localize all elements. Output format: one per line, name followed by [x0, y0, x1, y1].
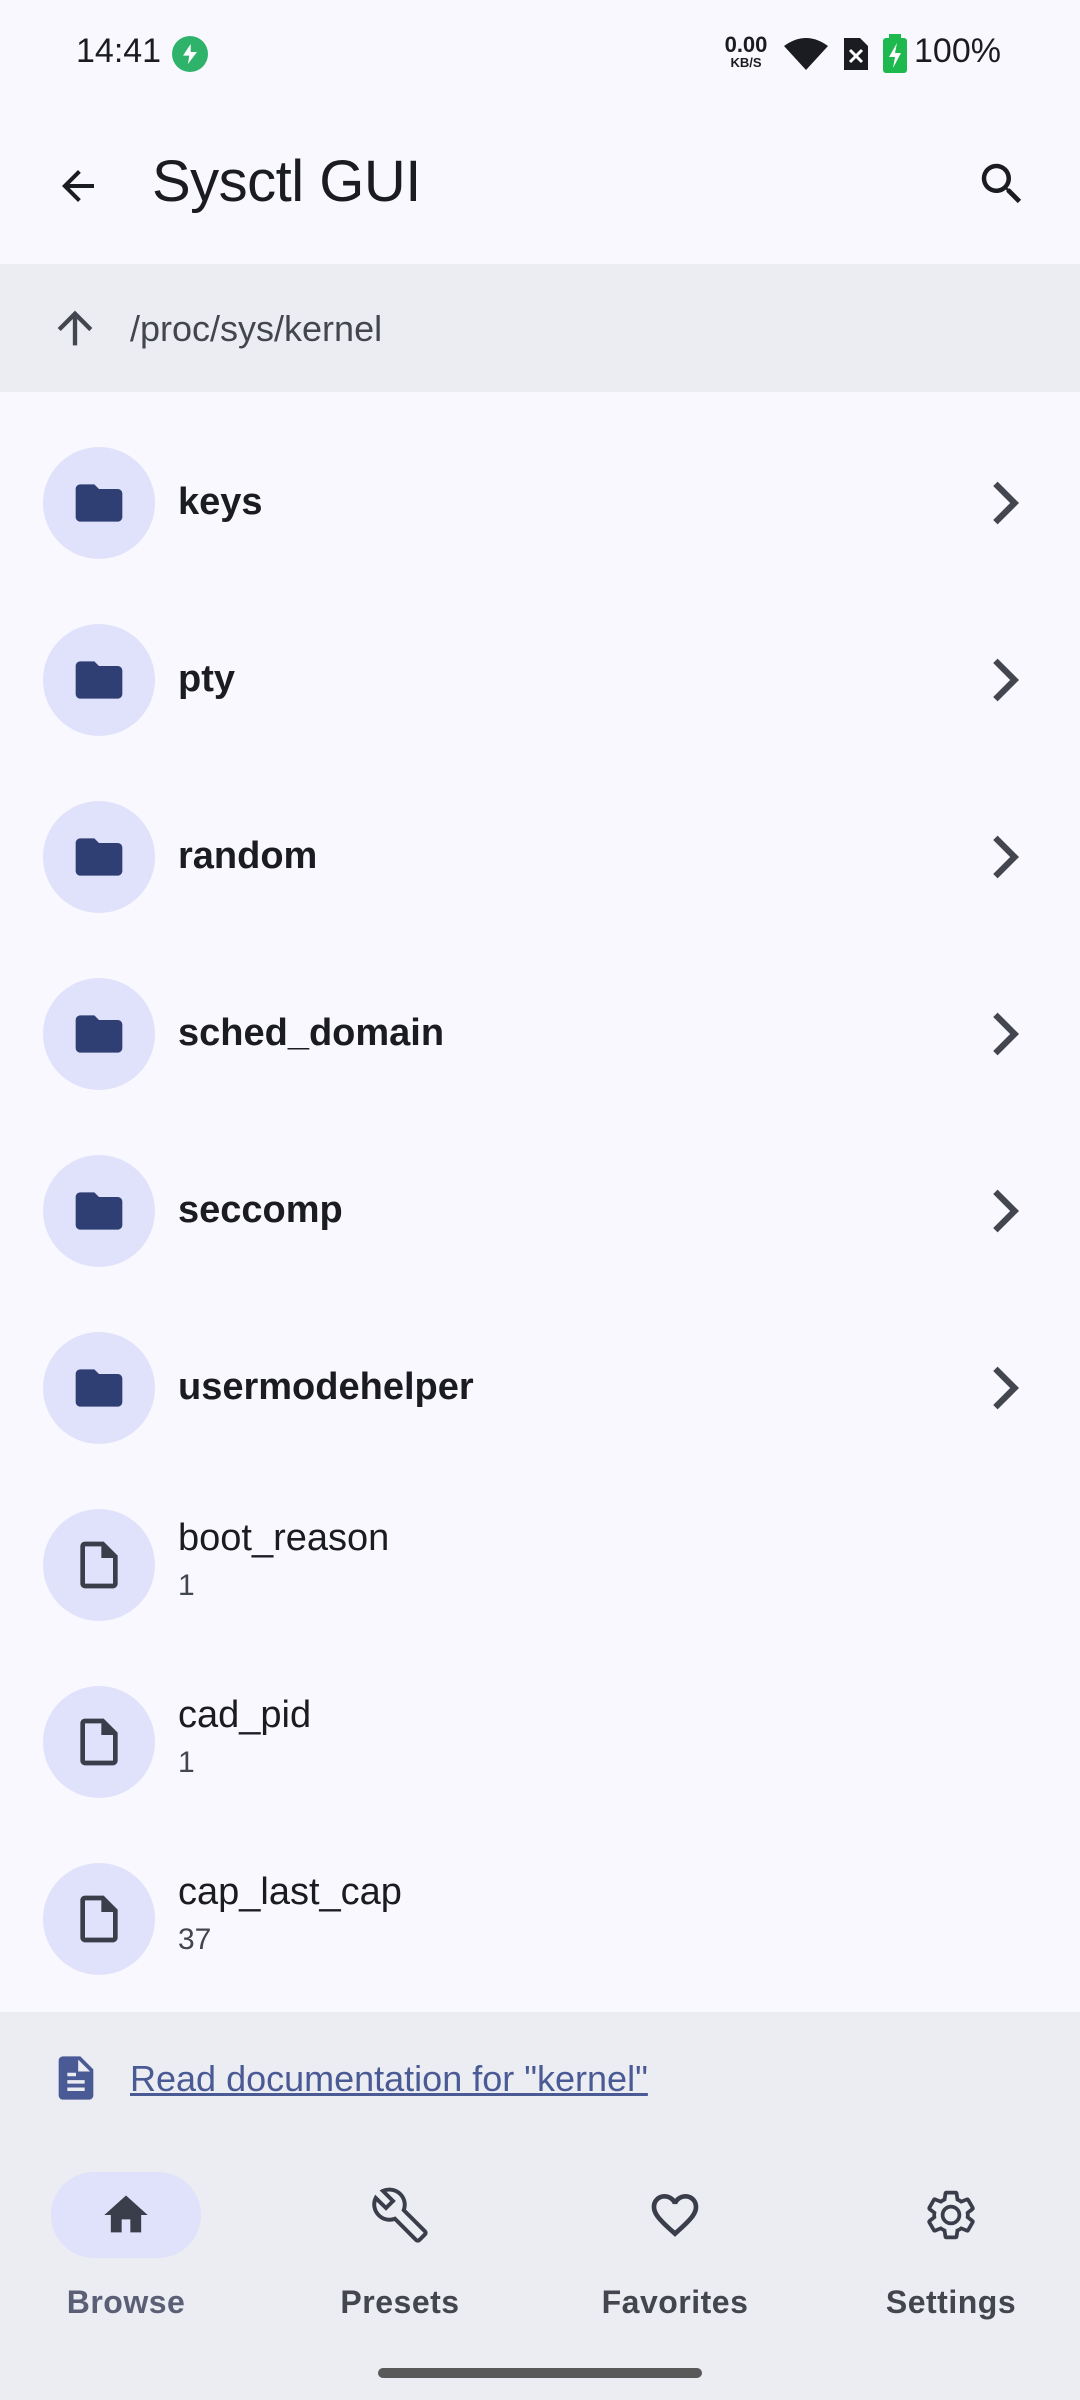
nav-browse[interactable]: Browse	[26, 2172, 226, 2322]
app-notification-icon	[172, 36, 208, 72]
folder-avatar	[43, 1332, 155, 1444]
nav-label: Browse	[66, 2284, 186, 2320]
file-row[interactable]: cap_last_cap 37	[0, 1831, 1080, 2008]
folder-row[interactable]: seccomp	[0, 1123, 1080, 1300]
folder-name: sched_domain	[178, 1012, 445, 1054]
battery-percent: 100%	[914, 32, 1001, 70]
nav-label: Presets	[340, 2284, 460, 2320]
arrow-up-icon	[57, 310, 93, 346]
file-row[interactable]: boot_reason 1	[0, 1477, 1080, 1654]
folder-row[interactable]: random	[0, 769, 1080, 946]
file-icon	[80, 1541, 118, 1589]
file-avatar	[43, 1686, 155, 1798]
status-bar: 14:41 0.00 KB/S 100%	[0, 0, 1080, 110]
arrow-back-icon	[62, 170, 94, 202]
folder-icon	[75, 1015, 123, 1053]
status-time: 14:41	[76, 32, 162, 70]
folder-row[interactable]: sched_domain	[0, 946, 1080, 1123]
chevron-right-icon	[988, 1187, 1022, 1235]
file-name: boot_reason	[178, 1517, 390, 1559]
folder-icon	[75, 838, 123, 876]
folder-name: random	[178, 835, 318, 877]
folder-row[interactable]: pty	[0, 592, 1080, 769]
chevron-right-icon	[988, 479, 1022, 527]
wrench-icon	[372, 2187, 428, 2243]
folder-name: pty	[178, 658, 235, 700]
back-button[interactable]	[40, 148, 116, 224]
folder-name: keys	[178, 481, 263, 523]
folder-name: usermodehelper	[178, 1366, 474, 1408]
folder-avatar	[43, 1155, 155, 1267]
chevron-right-icon	[988, 833, 1022, 881]
file-icon	[80, 1718, 118, 1766]
folder-avatar	[43, 801, 155, 913]
folder-row[interactable]: keys	[0, 415, 1080, 592]
nav-label: Favorites	[601, 2284, 749, 2320]
folder-icon	[75, 484, 123, 522]
network-speed-unit: KB/S	[730, 55, 762, 70]
nav-pill	[325, 2172, 475, 2258]
file-value: 1	[178, 1569, 195, 1602]
current-path: /proc/sys/kernel	[130, 308, 383, 349]
nav-presets[interactable]: Presets	[300, 2172, 500, 2322]
gesture-handle[interactable]	[378, 2368, 702, 2378]
file-icon	[80, 1895, 118, 1943]
file-avatar	[43, 1863, 155, 1975]
folder-row[interactable]: usermodehelper	[0, 1300, 1080, 1477]
network-speed-value: 0.00	[724, 32, 768, 57]
nav-settings[interactable]: Settings	[851, 2172, 1051, 2322]
chevron-right-icon	[988, 656, 1022, 704]
app-bar: Sysctl GUI	[0, 110, 1080, 262]
file-row[interactable]: cad_pid 1	[0, 1654, 1080, 1831]
folder-icon	[75, 661, 123, 699]
nav-active-indicator	[51, 2172, 201, 2258]
chevron-right-icon	[988, 1010, 1022, 1058]
search-button[interactable]	[964, 146, 1040, 222]
file-value: 1	[178, 1746, 195, 1779]
navigate-up-button[interactable]	[40, 290, 110, 366]
read-documentation-link[interactable]: Read documentation for "kernel"	[130, 2058, 648, 2100]
sim-icon	[844, 38, 868, 70]
network-speed: 0.00 KB/S	[718, 32, 774, 70]
folder-icon	[75, 1192, 123, 1230]
folder-icon	[75, 1369, 123, 1407]
nav-pill	[876, 2172, 1026, 2258]
file-avatar	[43, 1509, 155, 1621]
document-icon	[58, 2056, 94, 2100]
folder-name: seccomp	[178, 1189, 343, 1231]
documentation-bar: Read documentation for "kernel"	[0, 2012, 1080, 2144]
folder-avatar	[43, 624, 155, 736]
nav-favorites[interactable]: Favorites	[575, 2172, 775, 2322]
chevron-right-icon	[988, 1364, 1022, 1412]
file-name: cap_last_cap	[178, 1871, 402, 1913]
file-value: 37	[178, 1923, 212, 1956]
search-icon	[981, 163, 1022, 204]
entry-list: keys pty random sched_domain seccomp use…	[0, 415, 1080, 2008]
gear-icon	[927, 2190, 975, 2240]
folder-avatar	[43, 978, 155, 1090]
nav-pill	[600, 2172, 750, 2258]
heart-icon	[651, 2194, 699, 2237]
folder-avatar	[43, 447, 155, 559]
home-icon	[104, 2195, 148, 2233]
nav-label: Settings	[885, 2284, 1017, 2320]
bottom-navigation: Browse Presets Favorites Settings	[0, 2144, 1080, 2400]
file-name: cad_pid	[178, 1694, 312, 1736]
battery-icon	[883, 34, 907, 73]
page-title: Sysctl GUI	[152, 149, 421, 214]
path-bar: /proc/sys/kernel	[0, 264, 1080, 392]
wifi-icon	[784, 38, 828, 70]
